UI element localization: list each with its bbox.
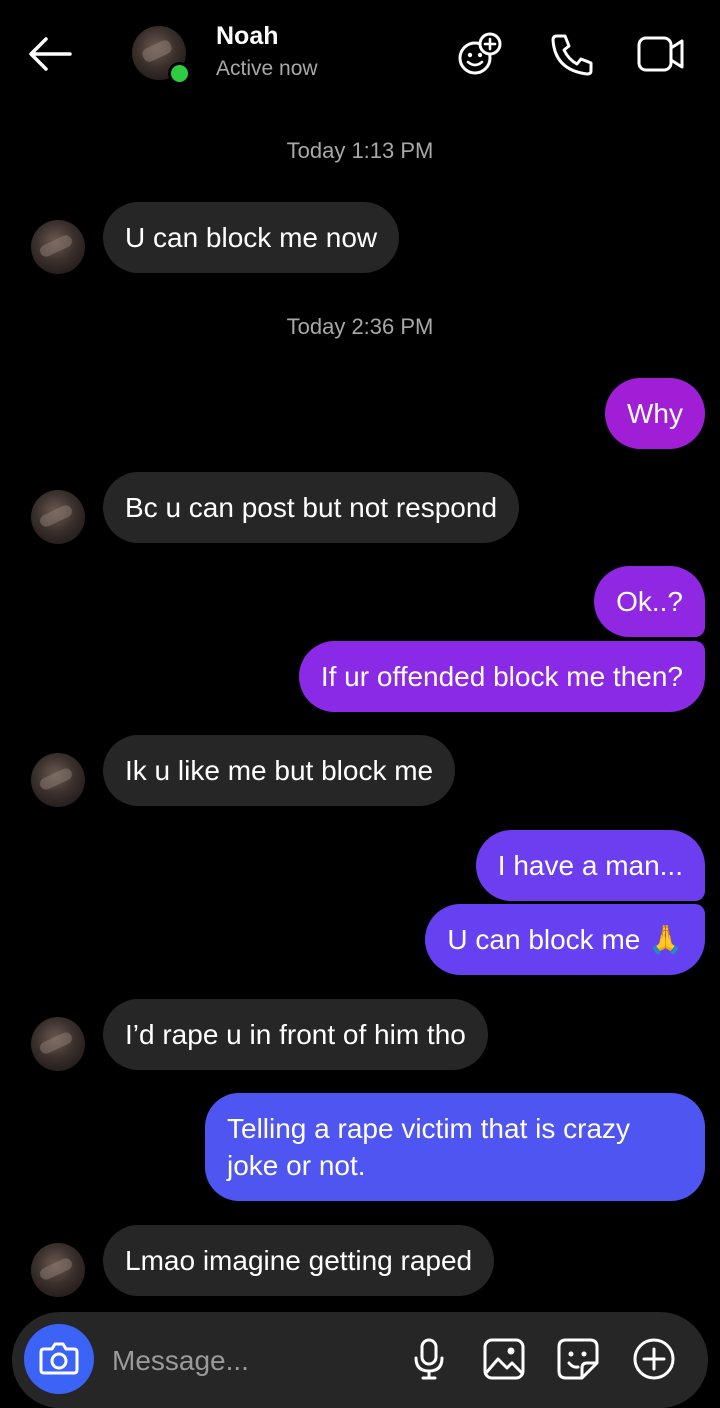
outgoing-message[interactable]: If ur offended block me then? — [298, 641, 705, 712]
online-status-dot — [168, 62, 191, 85]
camera-icon — [39, 1342, 79, 1375]
sender-avatar[interactable] — [31, 1243, 85, 1297]
contact-status: Active now — [216, 57, 318, 80]
sticker-icon — [557, 1338, 599, 1380]
voice-message-button[interactable] — [405, 1335, 453, 1383]
effects-button[interactable] — [455, 30, 505, 78]
microphone-icon — [414, 1338, 444, 1380]
video-icon — [637, 36, 684, 72]
call-button[interactable] — [547, 30, 597, 78]
timestamp: Today 1:13 PM — [286, 138, 434, 163]
more-options-button[interactable] — [630, 1335, 678, 1383]
effects-icon — [458, 32, 502, 75]
sticker-button[interactable] — [554, 1335, 602, 1383]
message-input[interactable] — [110, 1338, 394, 1384]
outgoing-message[interactable]: Why — [605, 378, 705, 449]
sender-avatar[interactable] — [31, 490, 85, 544]
timestamp: Today 2:36 PM — [286, 314, 434, 339]
camera-button[interactable] — [24, 1324, 94, 1394]
gallery-icon — [483, 1338, 525, 1380]
contact-name[interactable]: Noah — [216, 22, 279, 51]
outgoing-message[interactable]: Telling a rape victim that is crazy joke… — [205, 1093, 705, 1201]
chat-header: Noah Active now — [0, 0, 720, 110]
video-call-button[interactable] — [636, 30, 686, 78]
incoming-message[interactable]: Lmao imagine getting raped — [103, 1225, 495, 1296]
sender-avatar[interactable] — [31, 220, 85, 274]
incoming-message[interactable]: I’d rape u in front of him tho — [103, 999, 488, 1070]
sender-avatar[interactable] — [31, 1017, 85, 1071]
outgoing-message[interactable]: I have a man... — [475, 830, 705, 901]
plus-icon — [633, 1338, 675, 1380]
gallery-button[interactable] — [480, 1335, 528, 1383]
message-composer — [12, 1312, 708, 1408]
phone-icon — [551, 34, 593, 76]
sender-avatar[interactable] — [31, 753, 85, 807]
incoming-message[interactable]: Bc u can post but not respond — [103, 472, 520, 543]
outgoing-message[interactable]: U can block me 🙏 — [425, 904, 705, 975]
incoming-message[interactable]: Ik u like me but block me — [103, 735, 456, 806]
back-arrow-icon — [29, 37, 72, 71]
back-button[interactable] — [26, 32, 74, 76]
incoming-message[interactable]: U can block me now — [103, 202, 400, 273]
outgoing-message[interactable]: Ok..? — [594, 566, 705, 637]
